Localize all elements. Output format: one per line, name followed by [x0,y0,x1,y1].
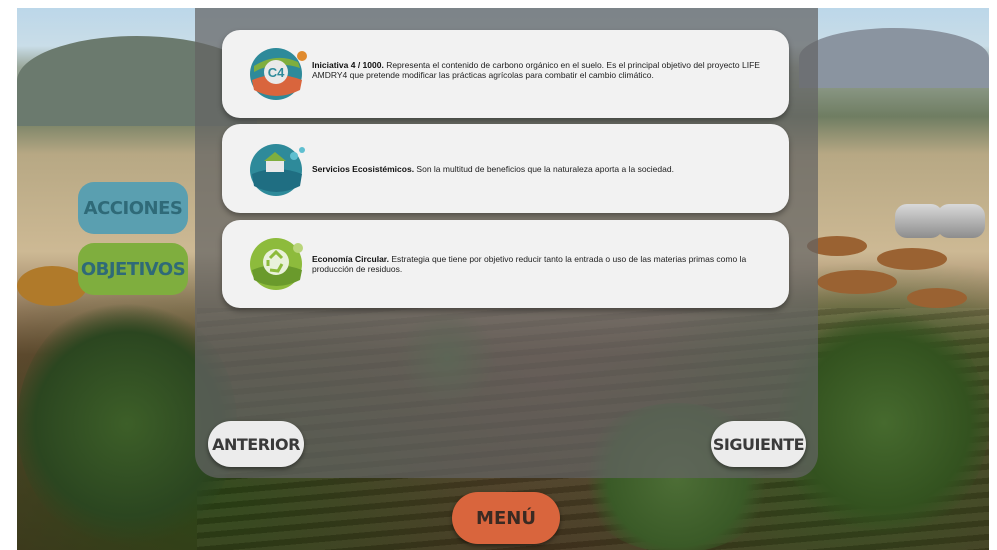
mountain-right [799,28,989,88]
menu-button[interactable]: MENÚ [452,492,560,544]
soil-mound [817,270,897,294]
c4-logo-icon: C4 [250,48,307,100]
card-description: Son la multitud de beneficios que la nat… [414,164,674,174]
card-title: Servicios Ecosistémicos. [312,164,415,174]
ecosystem-services-icon [250,144,305,196]
card-title: Economía Circular. [312,254,389,264]
recycle-icon [250,238,303,290]
card-title: Iniciativa 4 / 1000. [312,60,384,70]
objetivos-button[interactable]: OBJETIVOS [78,243,188,295]
siguiente-button[interactable]: SIGUIENTE [711,421,806,467]
card-text: Servicios Ecosistémicos. Son la multitud… [312,164,765,174]
info-card-circular-economy: Economía Circular. Estrategia que tiene … [222,220,789,308]
card-text: Iniciativa 4 / 1000. Representa el conte… [312,60,765,80]
info-card-ecosystem-services: Servicios Ecosistémicos. Son la multitud… [222,124,789,213]
hay-bale [17,266,87,306]
info-card-c4: C4 Iniciativa 4 / 1000. Representa el co… [222,30,789,118]
soil-mound [907,288,967,308]
card-text: Economía Circular. Estrategia que tiene … [312,254,765,274]
svg-text:C4: C4 [268,65,285,80]
soil-mound [877,248,947,270]
water-tank [895,204,943,238]
anterior-button[interactable]: ANTERIOR [208,421,304,467]
water-tank [937,204,985,238]
acciones-button[interactable]: ACCIONES [78,182,188,234]
